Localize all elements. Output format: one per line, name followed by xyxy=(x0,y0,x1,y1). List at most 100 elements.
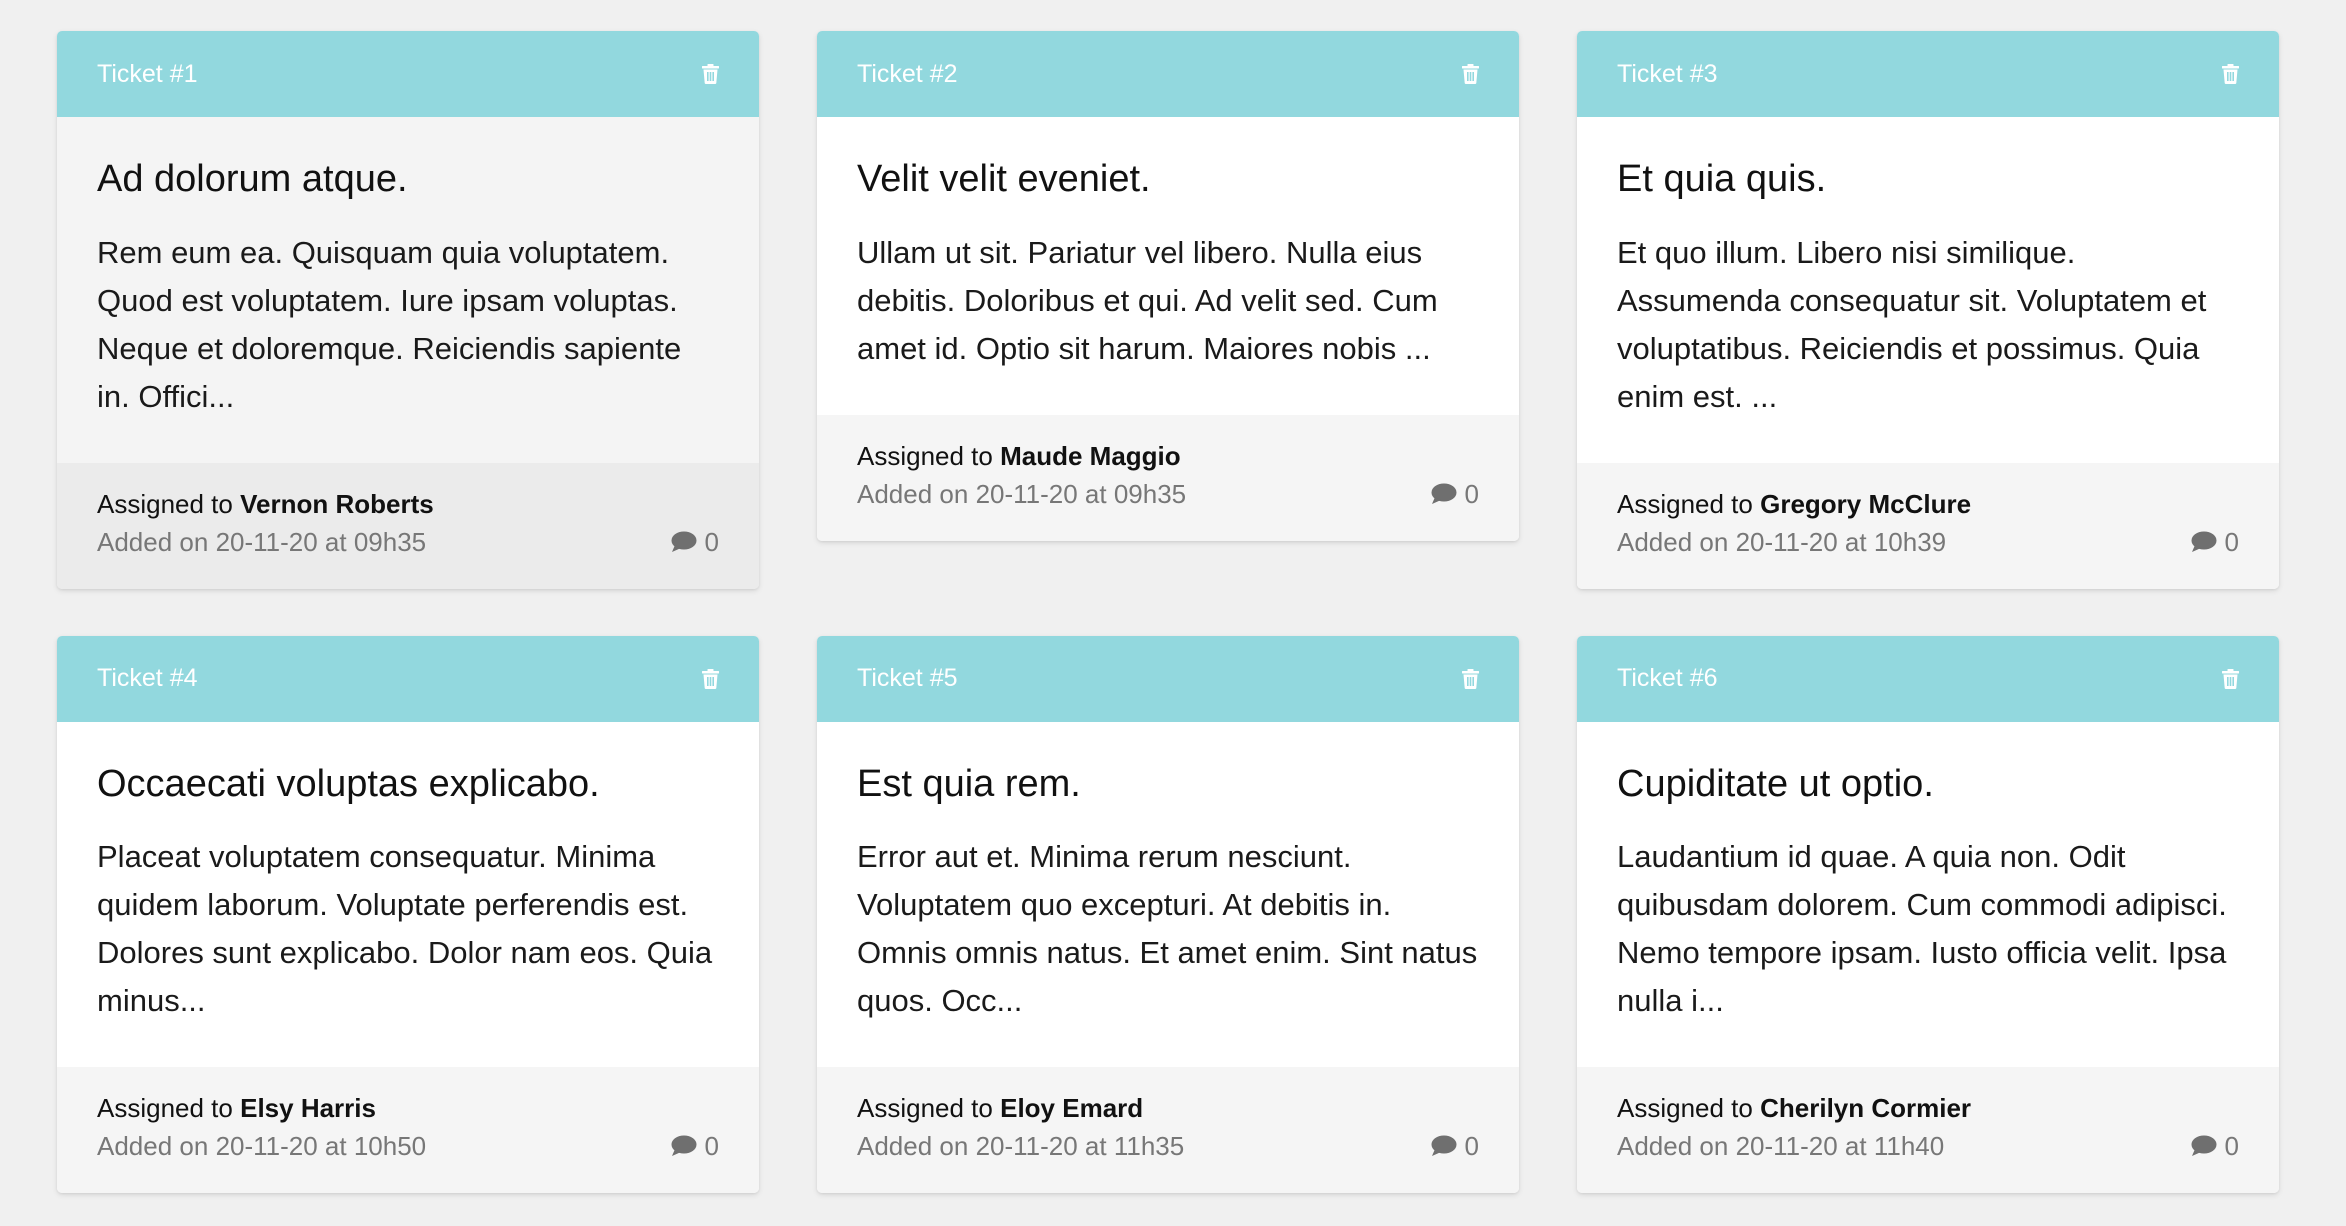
comment-count[interactable]: 0 xyxy=(671,1127,719,1165)
trash-icon[interactable] xyxy=(2221,668,2239,689)
added-datetime: 20-11-20 at 10h50 xyxy=(215,1131,427,1162)
ticket-card-header: Ticket #5 xyxy=(817,635,1519,722)
added-date: Added on 20-11-20 at 10h50 xyxy=(97,1127,426,1165)
ticket-card-header: Ticket #1 xyxy=(57,31,759,117)
comment-count-value: 0 xyxy=(1464,478,1479,509)
ticket-card-body: Est quia rem. Error aut et. Minima rerum… xyxy=(817,722,1519,1068)
assignee-name: Eloy Emard xyxy=(1000,1093,1144,1124)
ticket-description: Ullam ut sit. Pariatur vel libero. Nulla… xyxy=(857,234,1438,366)
meta-row: Added on 20-11-20 at 10h39 0 xyxy=(1617,523,2239,561)
ticket-description: Placeat voluptatem consequatur. Minima q… xyxy=(97,839,713,1019)
added-datetime: 20-11-20 at 09h35 xyxy=(975,478,1187,509)
added-date: Added on 20-11-20 at 11h40 xyxy=(1617,1127,1944,1165)
meta-row: Added on 20-11-20 at 09h35 0 xyxy=(97,523,719,561)
ticket-number: Ticket #2 xyxy=(857,59,958,88)
comment-count[interactable]: 0 xyxy=(671,523,719,561)
ticket-card[interactable]: Ticket #1 Ad dolorum atque. Rem eum ea. … xyxy=(57,31,759,589)
ticket-card[interactable]: Ticket #6 Cupiditate ut optio. Laudantiu… xyxy=(1577,635,2279,1194)
ticket-number: Ticket #6 xyxy=(1617,664,1718,693)
ticket-number: Ticket #3 xyxy=(1617,59,1718,88)
assigned-prefix: Assigned to xyxy=(97,1093,233,1124)
assignee-name: Gregory McClure xyxy=(1760,488,1972,519)
meta-row: Added on 20-11-20 at 11h35 0 xyxy=(857,1127,1479,1165)
assigned-prefix: Assigned to xyxy=(97,488,233,519)
assignee-name: Maude Maggio xyxy=(1000,440,1181,471)
assigned-line: Assigned to Gregory McClure xyxy=(1617,485,2239,523)
assignee-name: Vernon Roberts xyxy=(240,488,434,519)
meta-row: Added on 20-11-20 at 11h40 0 xyxy=(1617,1127,2239,1165)
ticket-card-body: Cupiditate ut optio. Laudantium id quae.… xyxy=(1577,722,2279,1068)
ticket-card[interactable]: Ticket #2 Velit velit eveniet. Ullam ut … xyxy=(817,31,1519,541)
ticket-title: Occaecati voluptas explicabo. xyxy=(97,762,600,805)
ticket-card-footer: Assigned to Gregory McClure Added on 20-… xyxy=(1577,462,2279,589)
comment-count[interactable]: 0 xyxy=(2191,523,2239,561)
ticket-card-header: Ticket #6 xyxy=(1577,635,2279,722)
ticket-card-body: Ad dolorum atque. Rem eum ea. Quisquam q… xyxy=(57,117,759,463)
ticket-card-footer: Assigned to Cherilyn Cormier Added on 20… xyxy=(1577,1067,2279,1194)
comment-icon xyxy=(671,1135,697,1157)
added-datetime: 20-11-20 at 11h35 xyxy=(975,1131,1185,1162)
added-prefix: Added on xyxy=(1617,526,1729,557)
ticket-description: Et quo illum. Libero nisi similique. Ass… xyxy=(1617,234,2207,414)
assigned-line: Assigned to Eloy Emard xyxy=(857,1089,1479,1127)
added-date: Added on 20-11-20 at 11h35 xyxy=(857,1127,1184,1165)
trash-icon[interactable] xyxy=(2221,64,2239,85)
ticket-title: Cupiditate ut optio. xyxy=(1617,762,1934,805)
comment-icon xyxy=(671,531,697,553)
assigned-prefix: Assigned to xyxy=(857,440,993,471)
assigned-line: Assigned to Maude Maggio xyxy=(857,437,1479,475)
added-prefix: Added on xyxy=(857,1131,969,1162)
meta-row: Added on 20-11-20 at 09h35 0 xyxy=(857,475,1479,513)
comment-count[interactable]: 0 xyxy=(1431,475,1479,513)
comment-count-value: 0 xyxy=(704,1131,719,1162)
ticket-description: Error aut et. Minima rerum nesciunt. Vol… xyxy=(857,839,1478,1019)
ticket-card-header: Ticket #4 xyxy=(57,635,759,722)
assigned-prefix: Assigned to xyxy=(857,1093,993,1124)
added-date: Added on 20-11-20 at 09h35 xyxy=(97,523,426,561)
ticket-card-header: Ticket #2 xyxy=(817,31,1519,117)
ticket-number: Ticket #1 xyxy=(97,59,198,88)
ticket-card-footer: Assigned to Elsy Harris Added on 20-11-2… xyxy=(57,1067,759,1194)
comment-count-value: 0 xyxy=(2224,526,2239,557)
assigned-line: Assigned to Vernon Roberts xyxy=(97,485,719,523)
assigned-line: Assigned to Elsy Harris xyxy=(97,1089,719,1127)
ticket-card-footer: Assigned to Vernon Roberts Added on 20-1… xyxy=(57,462,759,589)
comment-count-value: 0 xyxy=(704,526,719,557)
comment-icon xyxy=(2191,1135,2217,1157)
added-prefix: Added on xyxy=(857,478,969,509)
ticket-card[interactable]: Ticket #5 Est quia rem. Error aut et. Mi… xyxy=(817,635,1519,1194)
added-datetime: 20-11-20 at 10h39 xyxy=(1735,526,1947,557)
ticket-title: Et quia quis. xyxy=(1617,158,1827,200)
comment-count[interactable]: 0 xyxy=(2191,1127,2239,1165)
ticket-card[interactable]: Ticket #3 Et quia quis. Et quo illum. Li… xyxy=(1577,31,2279,589)
comment-icon xyxy=(1431,1135,1457,1157)
ticket-number: Ticket #4 xyxy=(97,664,198,693)
assignee-name: Elsy Harris xyxy=(240,1093,376,1124)
added-prefix: Added on xyxy=(97,526,209,557)
added-prefix: Added on xyxy=(97,1131,209,1162)
comment-count-value: 0 xyxy=(1464,1131,1479,1162)
comment-icon xyxy=(1431,483,1457,505)
ticket-card-footer: Assigned to Eloy Emard Added on 20-11-20… xyxy=(817,1067,1519,1194)
comment-count[interactable]: 0 xyxy=(1431,1127,1479,1165)
added-date: Added on 20-11-20 at 10h39 xyxy=(1617,523,1946,561)
ticket-card[interactable]: Ticket #4 Occaecati voluptas explicabo. … xyxy=(57,635,759,1194)
assignee-name: Cherilyn Cormier xyxy=(1760,1093,1972,1124)
ticket-grid: Ticket #1 Ad dolorum atque. Rem eum ea. … xyxy=(57,31,2279,1194)
meta-row: Added on 20-11-20 at 10h50 0 xyxy=(97,1127,719,1165)
added-prefix: Added on xyxy=(1617,1131,1729,1162)
ticket-description: Laudantium id quae. A quia non. Odit qui… xyxy=(1617,839,2227,1019)
ticket-card-body: Occaecati voluptas explicabo. Placeat vo… xyxy=(57,722,759,1068)
trash-icon[interactable] xyxy=(701,668,719,689)
trash-icon[interactable] xyxy=(701,64,719,85)
ticket-description: Rem eum ea. Quisquam quia voluptatem. Qu… xyxy=(97,234,682,414)
comment-icon xyxy=(2191,531,2217,553)
assigned-prefix: Assigned to xyxy=(1617,1093,1753,1124)
ticket-card-body: Et quia quis. Et quo illum. Libero nisi … xyxy=(1577,117,2279,463)
ticket-card-footer: Assigned to Maude Maggio Added on 20-11-… xyxy=(817,414,1519,541)
added-date: Added on 20-11-20 at 09h35 xyxy=(857,475,1186,513)
trash-icon[interactable] xyxy=(1461,64,1479,85)
ticket-number: Ticket #5 xyxy=(857,664,958,693)
trash-icon[interactable] xyxy=(1461,668,1479,689)
assigned-prefix: Assigned to xyxy=(1617,488,1753,519)
